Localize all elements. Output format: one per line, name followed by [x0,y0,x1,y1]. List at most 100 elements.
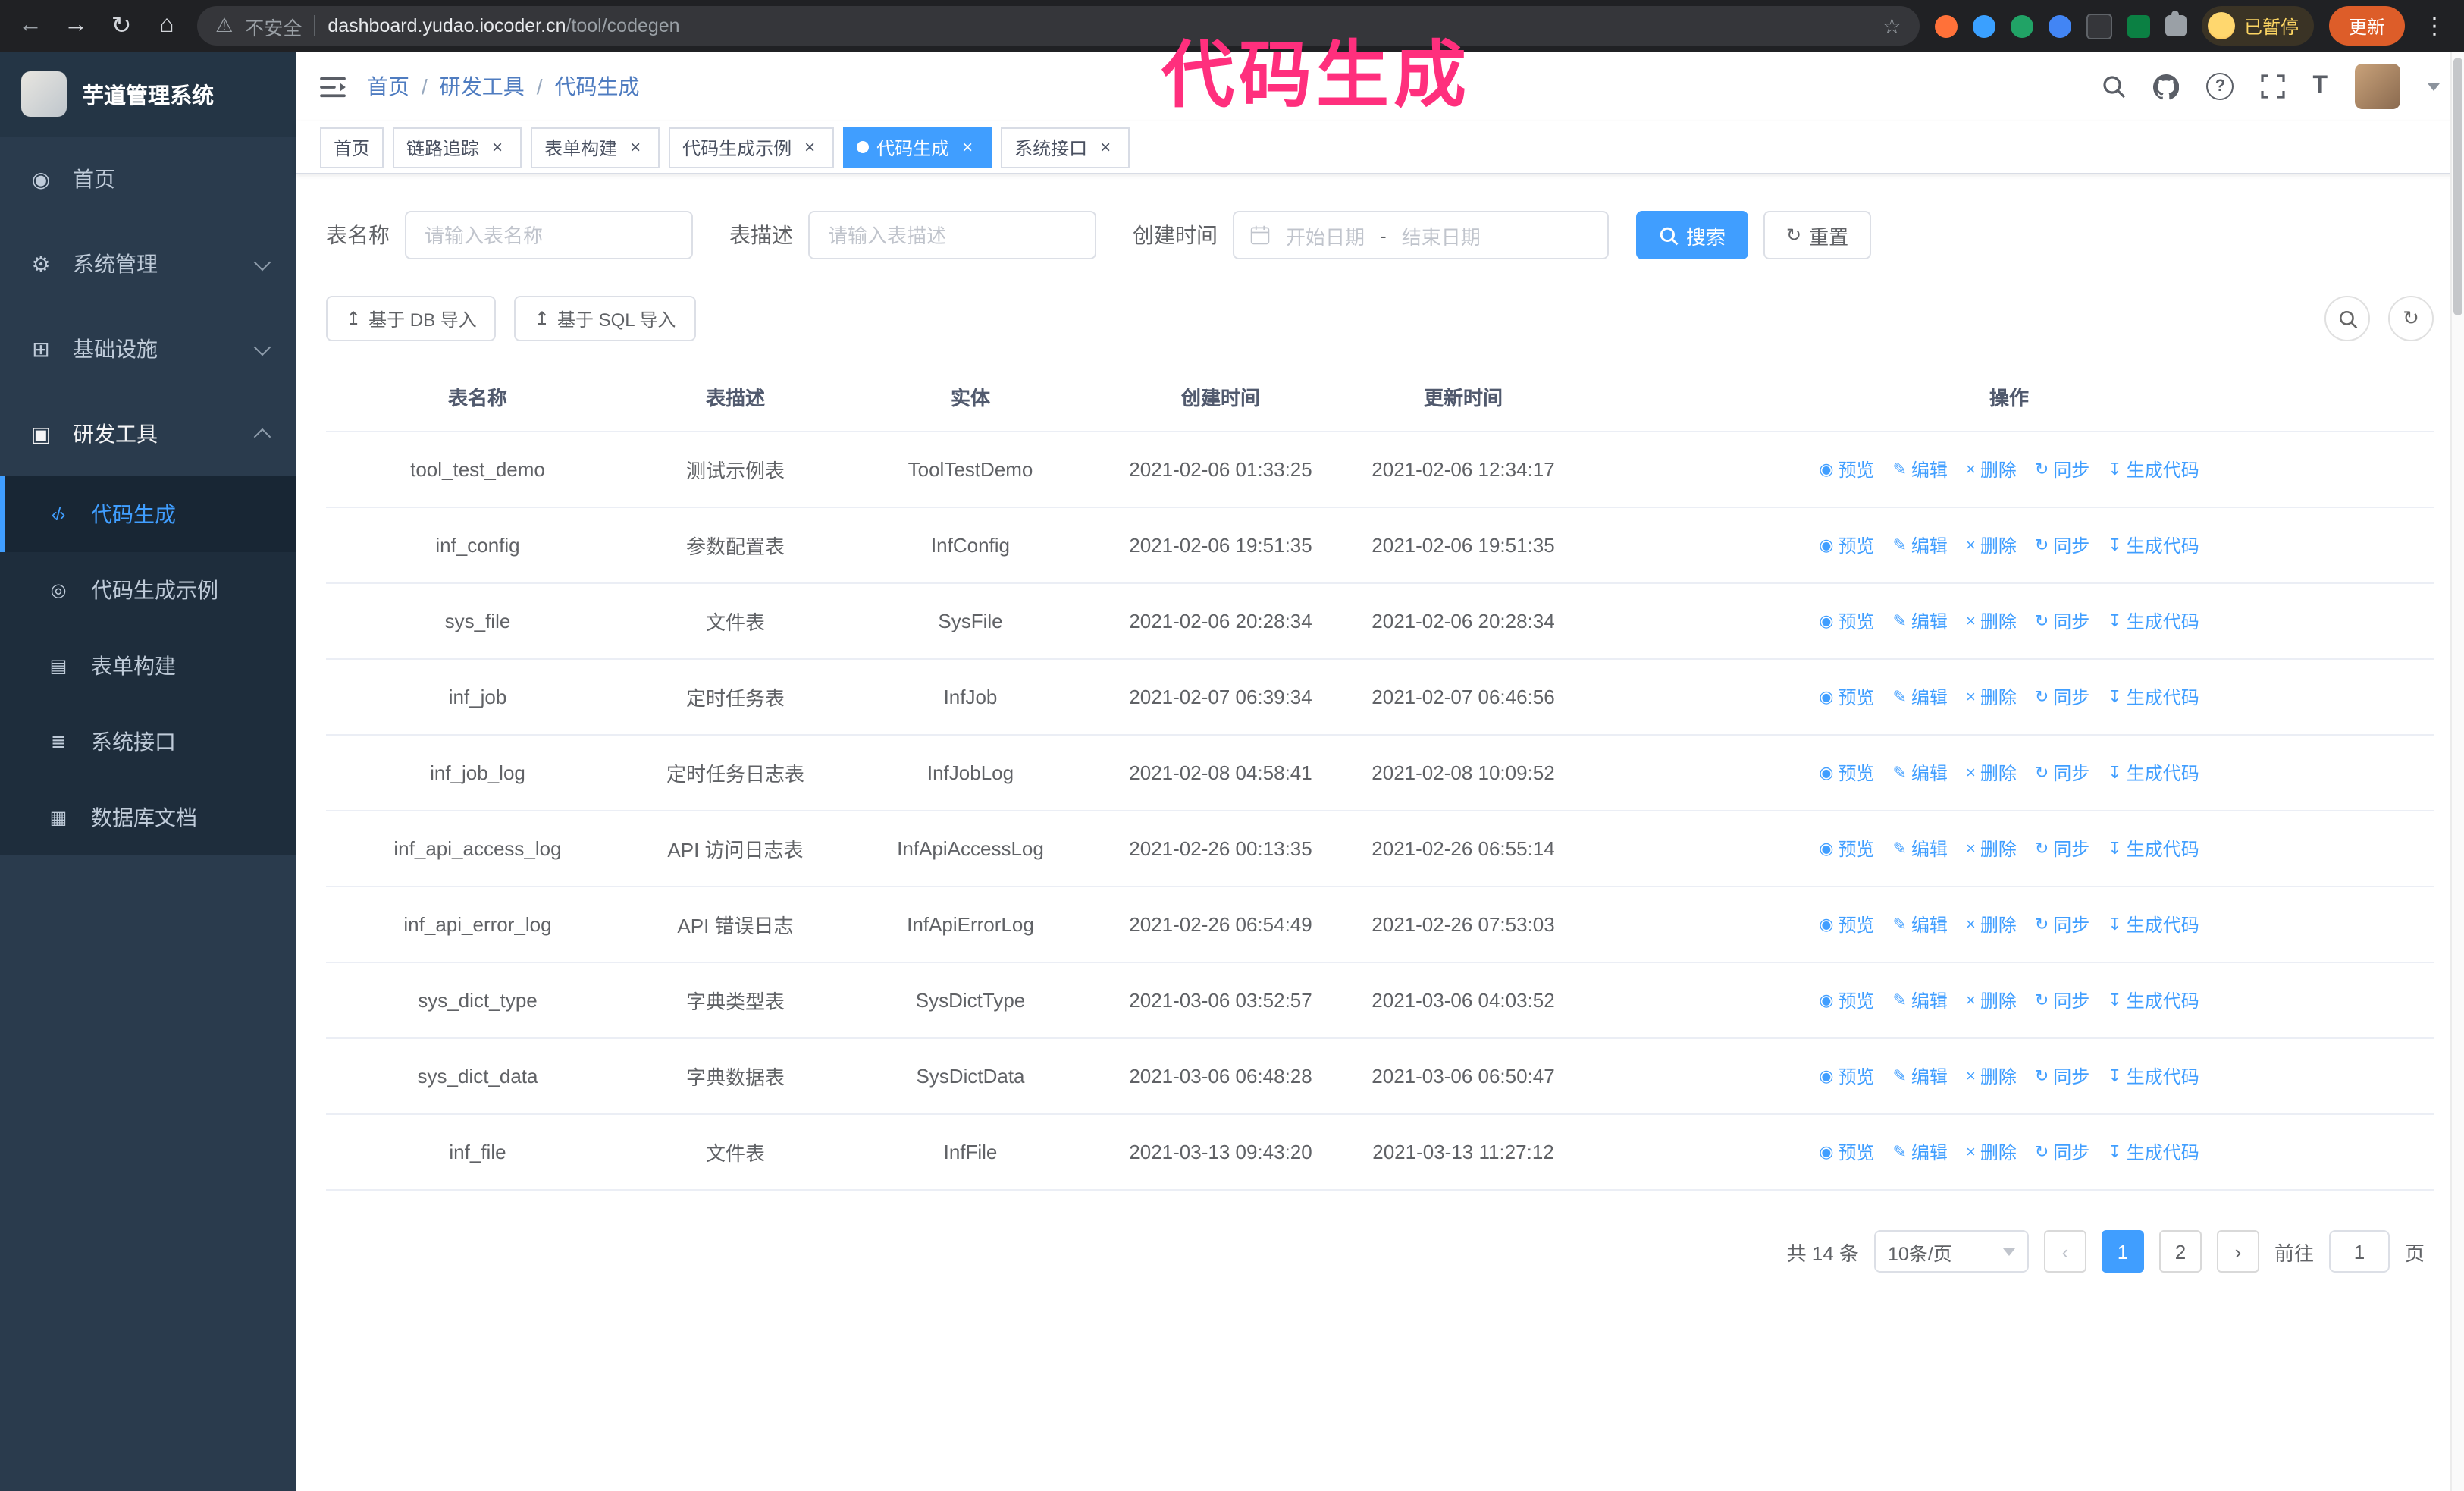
browser-menu-icon[interactable]: ⋮ [2420,12,2449,39]
sidebar-item-codegen[interactable]: ‹/› 代码生成 [0,476,296,552]
preview-link[interactable]: ◉ 预览 [1819,912,1874,937]
sync-link[interactable]: ↻ 同步 [2035,760,2089,786]
refresh-table-button[interactable]: ↻ [2388,296,2434,341]
tab-codegen[interactable]: 代码生成 × [843,127,992,168]
tab-home[interactable]: 首页 [320,127,384,168]
user-avatar[interactable] [2355,64,2400,109]
sidebar-item-home[interactable]: ◉ 首页 [0,137,296,221]
profile-paused-badge[interactable]: 已暂停 [2201,6,2314,46]
edit-link[interactable]: ✎ 编辑 [1892,457,1947,482]
forward-button[interactable]: → [61,12,91,39]
generate-code-link[interactable]: ↧ 生成代码 [2108,912,2199,937]
extension-icon[interactable] [1934,14,1958,37]
edit-link[interactable]: ✎ 编辑 [1892,987,1947,1013]
sync-link[interactable]: ↻ 同步 [2035,1063,2089,1089]
page-size-select[interactable]: 10条/页 [1873,1230,2029,1273]
reload-button[interactable]: ↻ [106,11,136,41]
create-time-range-picker[interactable]: 开始日期 - 结束日期 [1233,211,1609,259]
address-bar[interactable]: ⚠ 不安全 dashboard.yudao.iocoder.cn/tool/co… [197,6,1920,46]
sync-link[interactable]: ↻ 同步 [2035,532,2089,558]
app-logo[interactable]: 芋道管理系统 [0,52,296,137]
scrollbar-thumb[interactable] [2453,58,2462,315]
delete-link[interactable]: × 删除 [1966,760,2017,786]
preview-link[interactable]: ◉ 预览 [1819,987,1874,1013]
extension-icon[interactable] [2048,14,2071,37]
avatar-caret-icon[interactable] [2428,83,2440,90]
extension-icon[interactable] [2086,13,2112,39]
delete-link[interactable]: × 删除 [1966,532,2017,558]
generate-code-link[interactable]: ↧ 生成代码 [2108,760,2199,786]
preview-link[interactable]: ◉ 预览 [1819,836,1874,862]
font-size-icon[interactable]: T [2312,73,2328,100]
sidebar-item-codegen-example[interactable]: ◎ 代码生成示例 [0,552,296,628]
sync-link[interactable]: ↻ 同步 [2035,608,2089,634]
close-icon[interactable]: × [957,137,978,158]
delete-link[interactable]: × 删除 [1966,608,2017,634]
edit-link[interactable]: ✎ 编辑 [1892,1063,1947,1089]
delete-link[interactable]: × 删除 [1966,684,2017,710]
github-icon[interactable] [2153,74,2180,99]
search-icon[interactable] [2102,74,2126,99]
preview-link[interactable]: ◉ 预览 [1819,1139,1874,1165]
chrome-update-button[interactable]: 更新 [2328,6,2405,46]
edit-link[interactable]: ✎ 编辑 [1892,684,1947,710]
delete-link[interactable]: × 删除 [1966,457,2017,482]
close-icon[interactable]: × [1095,137,1116,158]
close-icon[interactable]: × [487,137,508,158]
delete-link[interactable]: × 删除 [1966,987,2017,1013]
goto-page-input[interactable] [2328,1230,2390,1273]
import-db-button[interactable]: ↥ 基于 DB 导入 [326,296,497,341]
sync-link[interactable]: ↻ 同步 [2035,684,2089,710]
page-scrollbar[interactable] [2450,52,2464,1491]
tab-trace[interactable]: 链路追踪 × [393,127,522,168]
back-button[interactable]: ← [15,12,45,39]
generate-code-link[interactable]: ↧ 生成代码 [2108,1063,2199,1089]
edit-link[interactable]: ✎ 编辑 [1892,836,1947,862]
delete-link[interactable]: × 删除 [1966,1139,2017,1165]
toggle-search-button[interactable] [2324,296,2370,341]
extension-icon[interactable] [2127,14,2150,37]
generate-code-link[interactable]: ↧ 生成代码 [2108,987,2199,1013]
reset-button[interactable]: ↻ 重置 [1763,211,1872,259]
breadcrumb-item[interactable]: 代码生成 [555,71,640,102]
delete-link[interactable]: × 删除 [1966,1063,2017,1089]
table-desc-input[interactable] [808,211,1096,259]
delete-link[interactable]: × 删除 [1966,912,2017,937]
extension-icon[interactable] [2010,14,2033,37]
preview-link[interactable]: ◉ 预览 [1819,532,1874,558]
sync-link[interactable]: ↻ 同步 [2035,912,2089,937]
preview-link[interactable]: ◉ 预览 [1819,457,1874,482]
hamburger-icon[interactable] [320,75,346,98]
sidebar-item-system-api[interactable]: ≣ 系统接口 [0,704,296,780]
sync-link[interactable]: ↻ 同步 [2035,1139,2089,1165]
edit-link[interactable]: ✎ 编辑 [1892,912,1947,937]
help-icon[interactable]: ? [2206,73,2234,100]
search-button[interactable]: 搜索 [1636,211,1749,259]
close-icon[interactable]: × [625,137,646,158]
close-icon[interactable]: × [799,137,820,158]
sync-link[interactable]: ↻ 同步 [2035,987,2089,1013]
prev-page-button[interactable]: ‹ [2043,1230,2086,1273]
import-sql-button[interactable]: ↥ 基于 SQL 导入 [514,296,696,341]
tab-system-api[interactable]: 系统接口 × [1001,127,1130,168]
page-button-1[interactable]: 1 [2101,1230,2144,1273]
page-button-2[interactable]: 2 [2158,1230,2202,1273]
delete-link[interactable]: × 删除 [1966,836,2017,862]
bookmark-star-icon[interactable]: ☆ [1882,13,1901,39]
generate-code-link[interactable]: ↧ 生成代码 [2108,1139,2199,1165]
preview-link[interactable]: ◉ 预览 [1819,608,1874,634]
preview-link[interactable]: ◉ 预览 [1819,1063,1874,1089]
fullscreen-icon[interactable] [2261,74,2286,99]
sidebar-item-system[interactable]: ⚙ 系统管理 [0,221,296,306]
generate-code-link[interactable]: ↧ 生成代码 [2108,608,2199,634]
preview-link[interactable]: ◉ 预览 [1819,760,1874,786]
edit-link[interactable]: ✎ 编辑 [1892,760,1947,786]
sync-link[interactable]: ↻ 同步 [2035,836,2089,862]
edit-link[interactable]: ✎ 编辑 [1892,608,1947,634]
edit-link[interactable]: ✎ 编辑 [1892,1139,1947,1165]
breadcrumb-item[interactable]: 研发工具 [440,71,525,102]
sidebar-item-devtools[interactable]: ▣ 研发工具 [0,391,296,476]
sidebar-item-form-builder[interactable]: ▤ 表单构建 [0,628,296,704]
generate-code-link[interactable]: ↧ 生成代码 [2108,532,2199,558]
sync-link[interactable]: ↻ 同步 [2035,457,2089,482]
